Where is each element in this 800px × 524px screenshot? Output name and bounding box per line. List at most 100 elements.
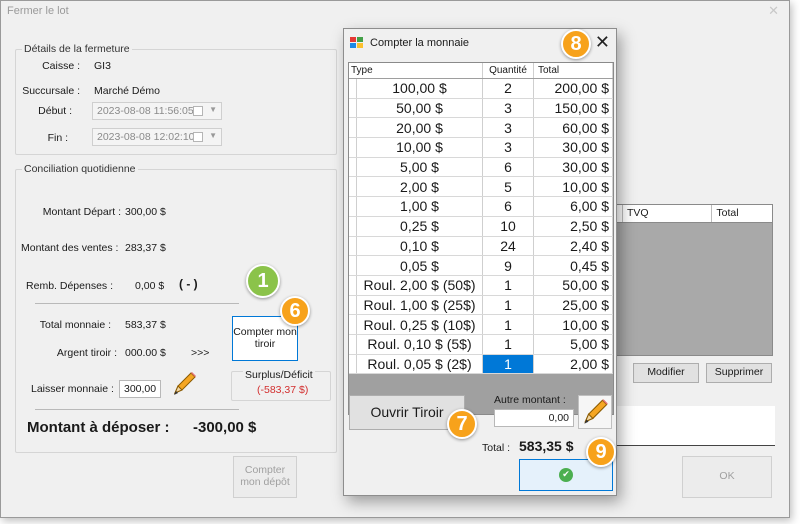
debut-value: 2023-08-08 11:56:05 <box>97 105 194 117</box>
currency-quantity[interactable]: 6 <box>483 197 534 216</box>
modifier-button[interactable]: Modifier <box>633 363 699 383</box>
window-title: Fermer le lot <box>7 5 69 17</box>
step-badge-6: 6 <box>280 296 310 326</box>
currency-type: 10,00 $ <box>357 138 483 157</box>
row-selector <box>349 354 357 374</box>
compter-monnaie-dialog: Compter la monnaie ✕ Type Quantité Total… <box>343 28 617 496</box>
total-monnaie-value: 583,37 $ <box>125 319 166 331</box>
currency-row[interactable]: Roul. 2,00 $ (50$) 1 50,00 $ <box>349 275 613 296</box>
currency-quantity[interactable]: 3 <box>483 138 534 157</box>
currency-row[interactable]: 1,00 $6 6,00 $ <box>349 197 613 217</box>
row-selector <box>349 334 357 354</box>
currency-total: 25,00 $ <box>534 295 613 315</box>
app-icon <box>350 37 364 49</box>
total-monnaie-label: Total monnaie : <box>39 319 111 331</box>
currency-type: Roul. 0,10 $ (5$) <box>357 334 483 354</box>
currency-type: Roul. 2,00 $ (50$) <box>357 275 483 295</box>
currency-row[interactable]: Roul. 1,00 $ (25$) 1 25,00 $ <box>349 295 613 316</box>
currency-row[interactable]: 5,00 $6 30,00 $ <box>349 157 613 178</box>
tax-table[interactable]: TVQ Total <box>613 204 773 356</box>
currency-type: 100,00 $ <box>357 79 483 98</box>
laisser-monnaie-input[interactable]: 300,00 <box>119 380 161 398</box>
separator <box>35 303 239 304</box>
currency-table[interactable]: Type Quantité Total 100,00 $2 200,00 $50,… <box>348 62 614 415</box>
currency-type: 20,00 $ <box>357 118 483 138</box>
currency-type: 2,00 $ <box>357 177 483 197</box>
montant-deposer-label: Montant à déposer : <box>27 419 170 436</box>
currency-quantity[interactable]: 5 <box>483 177 534 197</box>
tax-table-col-tvq: TVQ <box>623 205 713 222</box>
fin-datepicker[interactable]: 2023-08-08 12:02:10 ▼ <box>92 128 222 146</box>
tax-table-col-total: Total <box>716 207 739 219</box>
fin-value: 2023-08-08 12:02:10 <box>97 131 195 143</box>
currency-row[interactable]: 2,00 $5 10,00 $ <box>349 177 613 198</box>
montant-ventes-label: Montant des ventes : <box>21 242 119 254</box>
row-selector <box>349 118 357 138</box>
currency-row[interactable]: 0,05 $9 0,45 $ <box>349 256 613 276</box>
pencil-icon[interactable] <box>169 369 199 399</box>
currency-total: 50,00 $ <box>534 275 613 295</box>
currency-quantity[interactable]: 24 <box>483 236 534 256</box>
currency-row[interactable]: Roul. 0,10 $ (5$) 1 5,00 $ <box>349 334 613 355</box>
currency-total: 5,00 $ <box>534 334 613 354</box>
col-total: Total <box>534 63 613 78</box>
currency-quantity[interactable]: 3 <box>483 118 534 138</box>
caisse-label: Caisse : <box>42 60 80 72</box>
currency-row[interactable]: 20,00 $3 60,00 $ <box>349 118 613 139</box>
currency-quantity[interactable]: 1 <box>483 295 534 315</box>
currency-total: 200,00 $ <box>534 79 613 98</box>
pencil-icon[interactable] <box>578 395 612 429</box>
caisse-value: GI3 <box>94 60 111 72</box>
currency-row[interactable]: Roul. 0,25 $ (10$) 1 10,00 $ <box>349 315 613 335</box>
montant-depart-label: Montant Départ : <box>42 206 121 218</box>
currency-type: 0,05 $ <box>357 256 483 275</box>
chevron-down-icon: ▼ <box>209 105 217 114</box>
montant-deposer-value: -300,00 $ <box>193 419 257 436</box>
row-selector <box>349 216 357 236</box>
surplus-label: Surplus/Déficit <box>243 369 315 381</box>
autre-montant-input[interactable]: 0,00 <box>494 409 574 427</box>
autre-montant-label: Autre montant : <box>494 394 566 406</box>
currency-quantity[interactable]: 3 <box>483 98 534 118</box>
currency-quantity[interactable]: 6 <box>483 157 534 177</box>
total-value: 583,35 $ <box>519 438 574 454</box>
row-selector <box>349 138 357 157</box>
remb-value: 0,00 $ <box>135 280 165 292</box>
currency-row[interactable]: Roul. 0,05 $ (2$) 1 2,00 $ <box>349 354 613 375</box>
currency-quantity[interactable]: 1 <box>483 275 534 295</box>
compter-depot-button[interactable]: Compter mon dépôt <box>233 456 297 498</box>
currency-type: 0,25 $ <box>357 216 483 236</box>
dialog-close-icon[interactable]: ✕ <box>595 32 610 53</box>
currency-row[interactable]: 0,25 $10 2,50 $ <box>349 216 613 237</box>
currency-quantity[interactable]: 1 <box>483 354 534 374</box>
window-close-icon[interactable]: ✕ <box>768 3 779 19</box>
currency-quantity[interactable]: 1 <box>483 315 534 334</box>
succursale-value: Marché Démo <box>94 85 160 97</box>
dialog-title-bar: Compter la monnaie <box>350 37 469 49</box>
step-badge-9: 9 <box>586 437 616 467</box>
details-legend: Détails de la fermeture <box>22 43 132 55</box>
currency-quantity[interactable]: 1 <box>483 334 534 354</box>
currency-row[interactable]: 10,00 $3 30,00 $ <box>349 138 613 158</box>
row-selector <box>349 236 357 256</box>
currency-type: Roul. 0,05 $ (2$) <box>357 354 483 374</box>
currency-total: 2,50 $ <box>534 216 613 236</box>
currency-quantity[interactable]: 9 <box>483 256 534 275</box>
debut-datepicker[interactable]: 2023-08-08 11:56:05 ▼ <box>92 102 222 120</box>
row-selector <box>349 197 357 216</box>
ok-button[interactable]: OK <box>682 456 772 498</box>
supprimer-button[interactable]: Supprimer <box>706 363 772 383</box>
currency-quantity[interactable]: 10 <box>483 216 534 236</box>
tax-table-header: TVQ Total <box>614 205 772 223</box>
currency-row[interactable]: 100,00 $2 200,00 $ <box>349 79 613 99</box>
currency-row[interactable]: 0,10 $24 2,40 $ <box>349 236 613 257</box>
currency-row[interactable]: 50,00 $3 150,00 $ <box>349 98 613 119</box>
montant-depart-value: 300,00 $ <box>125 206 166 218</box>
step-badge-7: 7 <box>447 409 477 439</box>
currency-total: 60,00 $ <box>534 118 613 138</box>
currency-quantity[interactable]: 2 <box>483 79 534 98</box>
col-quantite: Quantité <box>483 63 534 78</box>
currency-total: 2,40 $ <box>534 236 613 256</box>
currency-type: Roul. 1,00 $ (25$) <box>357 295 483 315</box>
separator <box>35 409 239 410</box>
